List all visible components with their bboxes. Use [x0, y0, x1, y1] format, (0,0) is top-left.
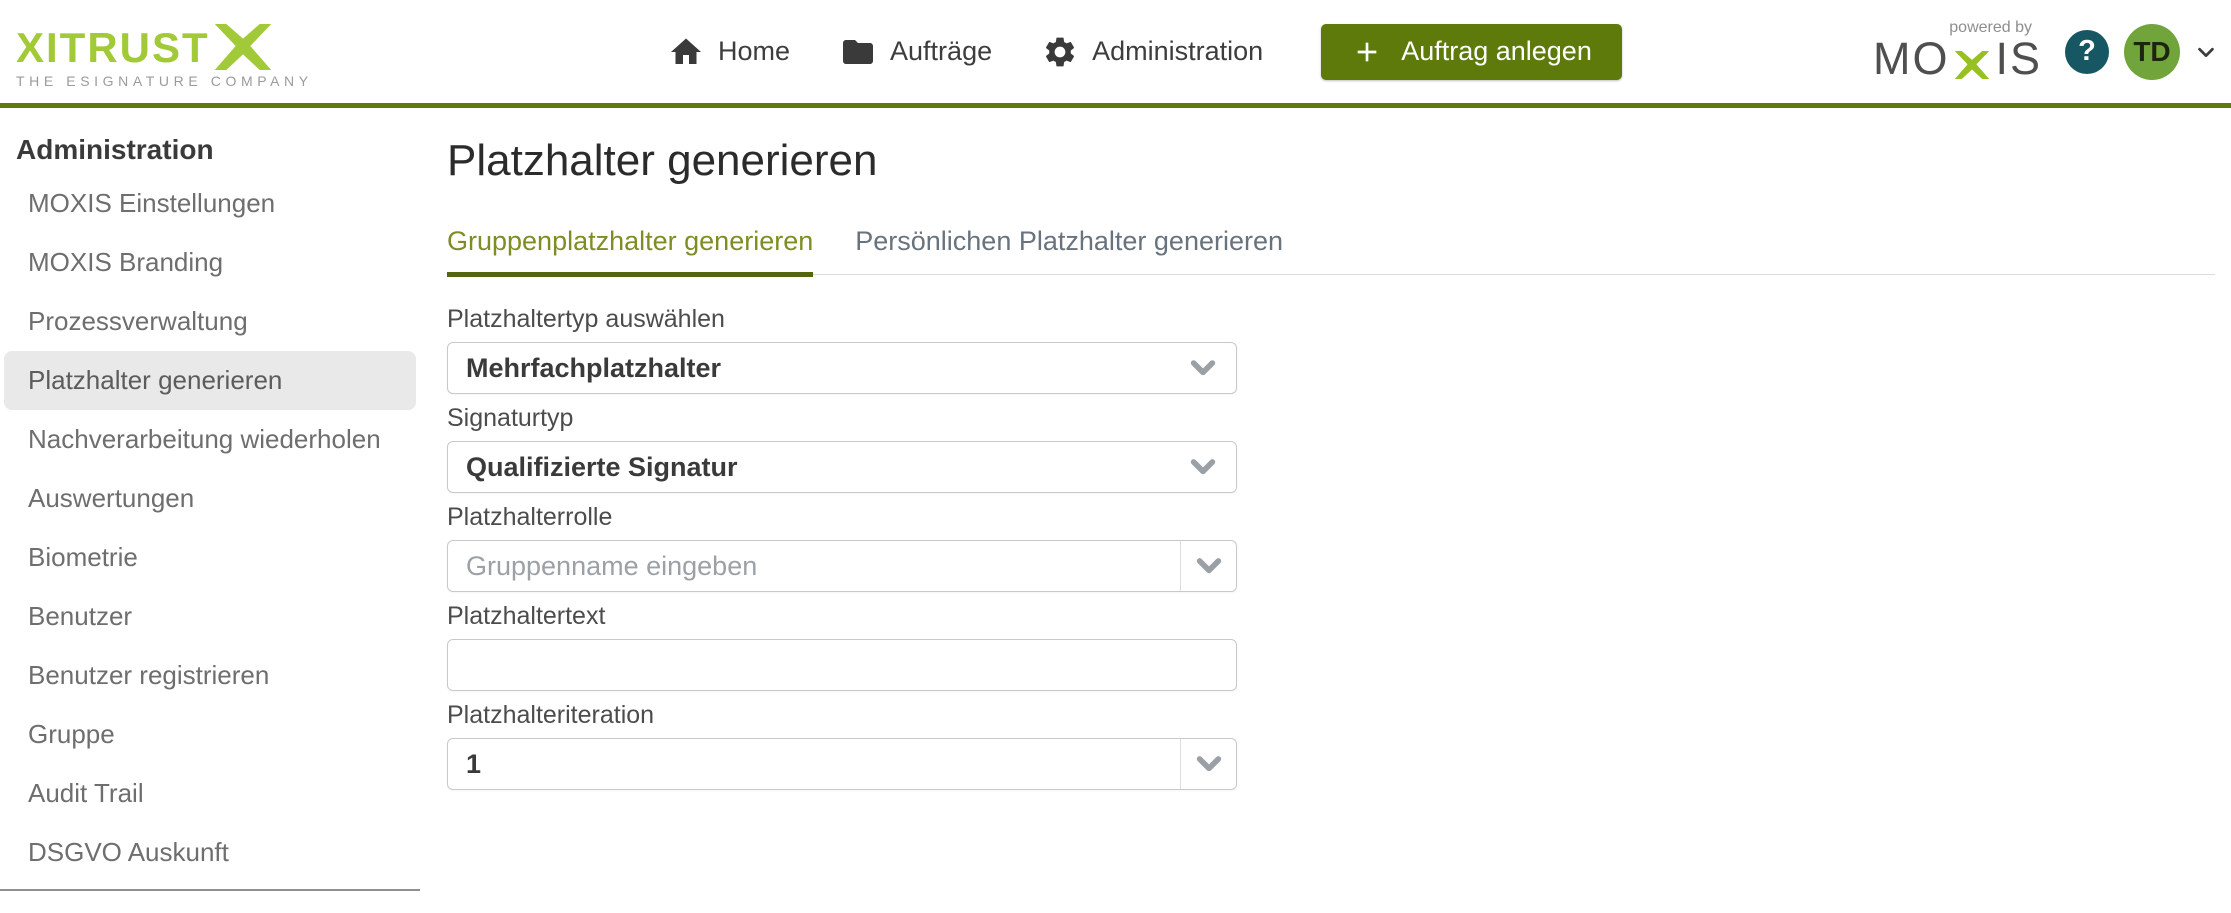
chevron-down-icon[interactable]: [1188, 343, 1218, 393]
platzhaltertext-text-input[interactable]: [448, 640, 1236, 690]
moxis-logo: powered by MO IS: [1873, 19, 2042, 84]
gear-icon: [1042, 34, 1078, 70]
chevron-down-icon[interactable]: [2195, 41, 2217, 63]
sidebar-item-label: Auswertungen: [28, 483, 194, 514]
nav-item-aufträge[interactable]: Aufträge: [840, 34, 992, 70]
form-field-signaturtyp: Signaturtyp Qualifizierte Signatur: [447, 404, 1237, 493]
sidebar-item-biometrie[interactable]: Biometrie: [4, 528, 416, 587]
main-content: Platzhalter generieren Gruppenplatzhalte…: [447, 108, 2215, 800]
sidebar-item-label: Benutzer: [28, 601, 132, 632]
sidebar-item-label: Gruppe: [28, 719, 115, 750]
field-label: Platzhalteriteration: [447, 701, 1237, 730]
sidebar-item-benutzer[interactable]: Benutzer: [4, 587, 416, 646]
sidebar-item-label: Prozessverwaltung: [28, 306, 248, 337]
nav-item-administration[interactable]: Administration: [1042, 34, 1263, 70]
form-field-platzhaltertext: Platzhaltertext: [447, 602, 1237, 691]
field-label: Platzhaltertext: [447, 602, 1237, 631]
sidebar-item-label: Audit Trail: [28, 778, 144, 809]
chevron-down-icon[interactable]: [1188, 442, 1218, 492]
tab-bar: Gruppenplatzhalter generieren Persönlich…: [447, 226, 2215, 275]
chevron-down-icon[interactable]: [1180, 739, 1236, 789]
sidebar-item-moxis-branding[interactable]: MOXIS Branding: [4, 233, 416, 292]
help-icon[interactable]: ?: [2065, 30, 2109, 74]
sidebar-item-prozessverwaltung[interactable]: Prozessverwaltung: [4, 292, 416, 351]
sidebar-item-dsgvo-auskunft[interactable]: DSGVO Auskunft: [4, 823, 416, 882]
sidebar-item-moxis-einstellungen[interactable]: MOXIS Einstellungen: [4, 174, 416, 233]
platzhalterrolle-dropdown[interactable]: Gruppenname eingeben: [447, 540, 1237, 592]
sidebar-item-nachverarbeitung-wiederholen[interactable]: Nachverarbeitung wiederholen: [4, 410, 416, 469]
logo-tagline: THE ESIGNATURE COMPANY: [16, 73, 313, 89]
sidebar-item-label: Benutzer registrieren: [28, 660, 269, 691]
form-field-platzhalteriteration: Platzhalteriteration 1: [447, 701, 1237, 790]
sidebar-divider: [0, 889, 420, 891]
field-label: Signaturtyp: [447, 404, 1237, 433]
field-label: Platzhalterrolle: [447, 503, 1237, 532]
sidebar-item-platzhalter-generieren[interactable]: Platzhalter generieren: [4, 351, 416, 410]
header-right: powered by MO IS ? TD: [1873, 0, 2217, 103]
selected-value: Mehrfachplatzhalter: [448, 353, 721, 384]
sidebar-items: MOXIS Einstellungen MOXIS Branding Proze…: [0, 174, 420, 882]
create-auftrag-button[interactable]: Auftrag anlegen: [1321, 24, 1622, 80]
main-nav: Home Aufträge Administration Auftrag anl…: [668, 0, 1622, 103]
selected-value: 1: [448, 749, 481, 780]
moxis-text-post: IS: [1995, 34, 2042, 84]
sidebar-item-label: MOXIS Einstellungen: [28, 188, 275, 219]
nav-item-home[interactable]: Home: [668, 34, 790, 70]
logo-brand-text: XITRUST: [16, 27, 210, 69]
form-field-platzhaltertyp-auswählen: Platzhaltertyp auswählen Mehrfachplatzhal…: [447, 305, 1237, 394]
tab-gruppenplatzhalter-generieren[interactable]: Gruppenplatzhalter generieren: [447, 226, 813, 277]
app-header: XITRUST THE ESIGNATURE COMPANY Home Auft…: [0, 0, 2231, 108]
signaturtyp-dropdown[interactable]: Qualifizierte Signatur: [447, 441, 1237, 493]
selected-value: Qualifizierte Signatur: [448, 452, 738, 483]
folder-icon: [840, 34, 876, 70]
moxis-x-icon: [1951, 39, 1993, 89]
x-flourish-icon: [214, 24, 272, 75]
sidebar-item-gruppe[interactable]: Gruppe: [4, 705, 416, 764]
sidebar-item-label: Nachverarbeitung wiederholen: [28, 424, 381, 455]
sidebar-item-label: Biometrie: [28, 542, 138, 573]
chevron-down-icon[interactable]: [1180, 541, 1236, 591]
platzhaltertext-input[interactable]: [447, 639, 1237, 691]
sidebar-item-label: MOXIS Branding: [28, 247, 223, 278]
page-title: Platzhalter generieren: [447, 136, 2215, 186]
sidebar-item-label: DSGVO Auskunft: [28, 837, 229, 868]
sidebar-item-benutzer-registrieren[interactable]: Benutzer registrieren: [4, 646, 416, 705]
plus-icon: [1351, 36, 1383, 68]
moxis-text-pre: MO: [1873, 34, 1950, 84]
sidebar-item-auswertungen[interactable]: Auswertungen: [4, 469, 416, 528]
admin-sidebar: Administration MOXIS Einstellungen MOXIS…: [0, 108, 420, 882]
sidebar-title: Administration: [16, 134, 420, 166]
home-icon: [668, 34, 704, 70]
platzhalteriteration-dropdown[interactable]: 1: [447, 738, 1237, 790]
sidebar-item-label: Platzhalter generieren: [28, 365, 282, 396]
placeholder-text: Gruppenname eingeben: [448, 551, 757, 582]
platzhaltertyp-auswählen-dropdown[interactable]: Mehrfachplatzhalter: [447, 342, 1237, 394]
tab-persönlichen-platzhalter-generieren[interactable]: Persönlichen Platzhalter generieren: [855, 226, 1283, 277]
field-label: Platzhaltertyp auswählen: [447, 305, 1237, 334]
placeholder-form: Platzhaltertyp auswählen Mehrfachplatzhal…: [447, 305, 1237, 790]
form-field-platzhalterrolle: Platzhalterrolle Gruppenname eingeben: [447, 503, 1237, 592]
xitrust-logo[interactable]: XITRUST THE ESIGNATURE COMPANY: [16, 18, 313, 89]
sidebar-item-audit-trail[interactable]: Audit Trail: [4, 764, 416, 823]
avatar[interactable]: TD: [2124, 24, 2180, 80]
